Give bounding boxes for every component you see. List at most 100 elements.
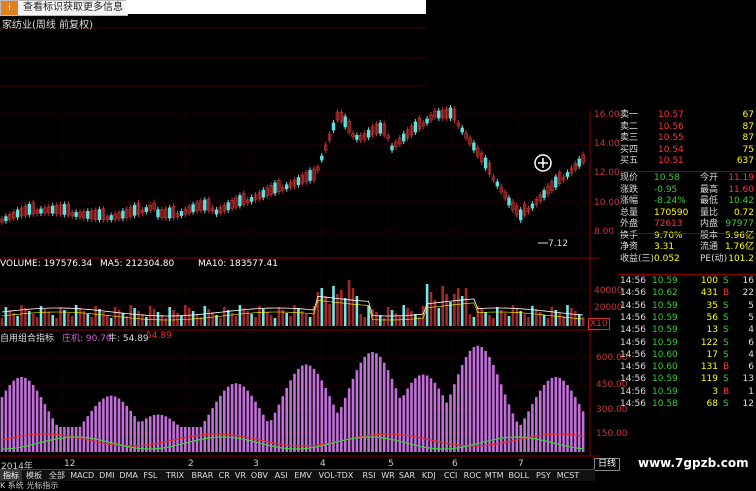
trade-time: 14:56 xyxy=(620,386,646,397)
stat-row: 收益(三) 0.052 PE(动) 101.2 xyxy=(620,254,756,265)
indicator-bar xyxy=(156,414,160,452)
indicator-bar xyxy=(203,421,207,452)
stat-label-2: 量比 xyxy=(700,207,719,218)
indicator-bar xyxy=(24,377,27,452)
indicator-bar xyxy=(39,397,43,452)
volume-bar xyxy=(496,307,499,326)
volume-bar xyxy=(449,302,452,326)
indicator-tab[interactable]: FSL xyxy=(140,470,161,481)
trade-side: S xyxy=(723,374,729,385)
stat-row: 外盘 72613 内盘 97977 xyxy=(620,219,756,230)
indicator-tab[interactable]: PSY xyxy=(533,470,554,481)
trade-time: 14:56 xyxy=(620,312,646,323)
indicator-tab[interactable]: BOLL xyxy=(506,470,532,481)
volume-bar xyxy=(55,318,58,326)
indicator-bar xyxy=(324,387,327,452)
indicator-tab[interactable]: EMV xyxy=(293,470,314,481)
hint-popup[interactable]: i 查看标识获取更多信息 xyxy=(0,0,128,16)
indicator-tab[interactable]: VOL-TDX xyxy=(314,470,357,481)
candle-body xyxy=(296,177,301,186)
volume-bar xyxy=(515,308,519,326)
trade-time: 14:56 xyxy=(620,288,646,299)
indicator-tab[interactable]: MACD xyxy=(69,470,95,481)
volume-bar xyxy=(47,312,51,326)
indicator-bar xyxy=(390,378,394,452)
indicator-tab[interactable]: ROC xyxy=(462,470,483,481)
candle-body xyxy=(4,216,8,222)
chart-area[interactable] xyxy=(0,0,618,470)
indicator-tab[interactable]: BRAR xyxy=(189,470,215,481)
trade-row: 14:56 10.59 56 S 5 xyxy=(620,313,756,324)
volume-bar xyxy=(94,306,97,326)
indicator-bar xyxy=(398,397,402,452)
price-axis-16: 16.00 xyxy=(594,110,620,120)
indicator-bar xyxy=(258,408,261,452)
candle-body xyxy=(144,207,148,212)
volume-bar xyxy=(304,314,308,326)
indicator-tab[interactable]: DMI xyxy=(96,470,117,481)
indicator-bar xyxy=(460,365,464,452)
volume-bar xyxy=(558,313,561,326)
trade-volume: 122 xyxy=(700,337,718,348)
volume-bar xyxy=(35,317,39,326)
candle-body xyxy=(214,209,219,215)
stat-value-2: 11.60 xyxy=(728,184,754,195)
volume-bar xyxy=(328,304,331,326)
indicator-tab[interactable]: SAR xyxy=(397,470,418,481)
candle-body xyxy=(15,209,20,218)
indicator-bar xyxy=(554,377,558,452)
trade-price: 10.59 xyxy=(652,312,678,323)
trade-count: 5 xyxy=(748,312,754,323)
volume-bar xyxy=(258,306,261,326)
candle-body xyxy=(261,189,265,198)
indicator-tab[interactable]: MCST xyxy=(555,470,581,481)
indicator-tab[interactable]: ASI xyxy=(271,470,292,481)
indicator-bar xyxy=(577,404,581,452)
indicator-tab[interactable]: OBV xyxy=(249,470,270,481)
indicator-bar xyxy=(86,416,90,452)
volume-bar xyxy=(152,309,156,326)
indicator-bar xyxy=(488,357,491,452)
stat-label-2: PE(动) xyxy=(700,253,728,264)
indicator-bar xyxy=(312,368,316,452)
indicator-bar xyxy=(359,362,363,452)
trade-time: 14:56 xyxy=(620,374,646,385)
indicator-tab[interactable]: CCI xyxy=(440,470,461,481)
candle-body xyxy=(460,127,464,133)
indicator-tab[interactable]: WR xyxy=(380,470,395,481)
indicator-bar xyxy=(152,414,156,452)
volume-bar xyxy=(570,308,573,326)
indicator-bar xyxy=(464,357,468,452)
candle-body xyxy=(437,110,441,119)
indicator-tab-bar: 指标 模板 全部 MACD DMI DMA FSL TRIX BRAR CR VR OBV ASI EMV… xyxy=(0,469,595,481)
volume-bar xyxy=(468,314,472,326)
indicator-tab[interactable]: CR xyxy=(217,470,232,481)
orderbook-row: 买四 10.54 75 xyxy=(620,145,756,156)
indicator-tab[interactable]: DMA xyxy=(118,470,139,481)
volume-bar xyxy=(507,316,511,326)
indicator-bar xyxy=(410,382,413,452)
indicator-bar xyxy=(566,384,569,452)
indicator-tab[interactable]: TRIX xyxy=(162,470,188,481)
trade-price: 10.59 xyxy=(652,300,678,311)
trade-volume: 119 xyxy=(700,374,718,385)
volume-bar xyxy=(324,296,327,326)
period-selector[interactable]: 日线 xyxy=(594,458,620,471)
trade-volume: 431 xyxy=(700,288,718,299)
candle-body xyxy=(226,202,230,211)
volume-axis-40000: 40000 xyxy=(594,286,623,296)
volume-bar xyxy=(250,314,253,326)
indicator-bar xyxy=(226,386,230,452)
stat-value: -8.24% xyxy=(654,196,686,206)
volume-bar xyxy=(242,308,246,326)
indicator-tab[interactable]: MTM xyxy=(484,470,505,481)
volume-bar xyxy=(386,307,390,326)
indicator-bar xyxy=(441,395,444,452)
volume-bar xyxy=(433,300,437,326)
indicator-tab[interactable]: RSI xyxy=(359,470,380,481)
volume-bar xyxy=(538,312,542,326)
indicator-tab[interactable]: KDJ xyxy=(418,470,439,481)
indicator-tab[interactable]: VR xyxy=(233,470,248,481)
indicator-bar xyxy=(340,407,343,452)
panel-separator xyxy=(618,274,756,275)
